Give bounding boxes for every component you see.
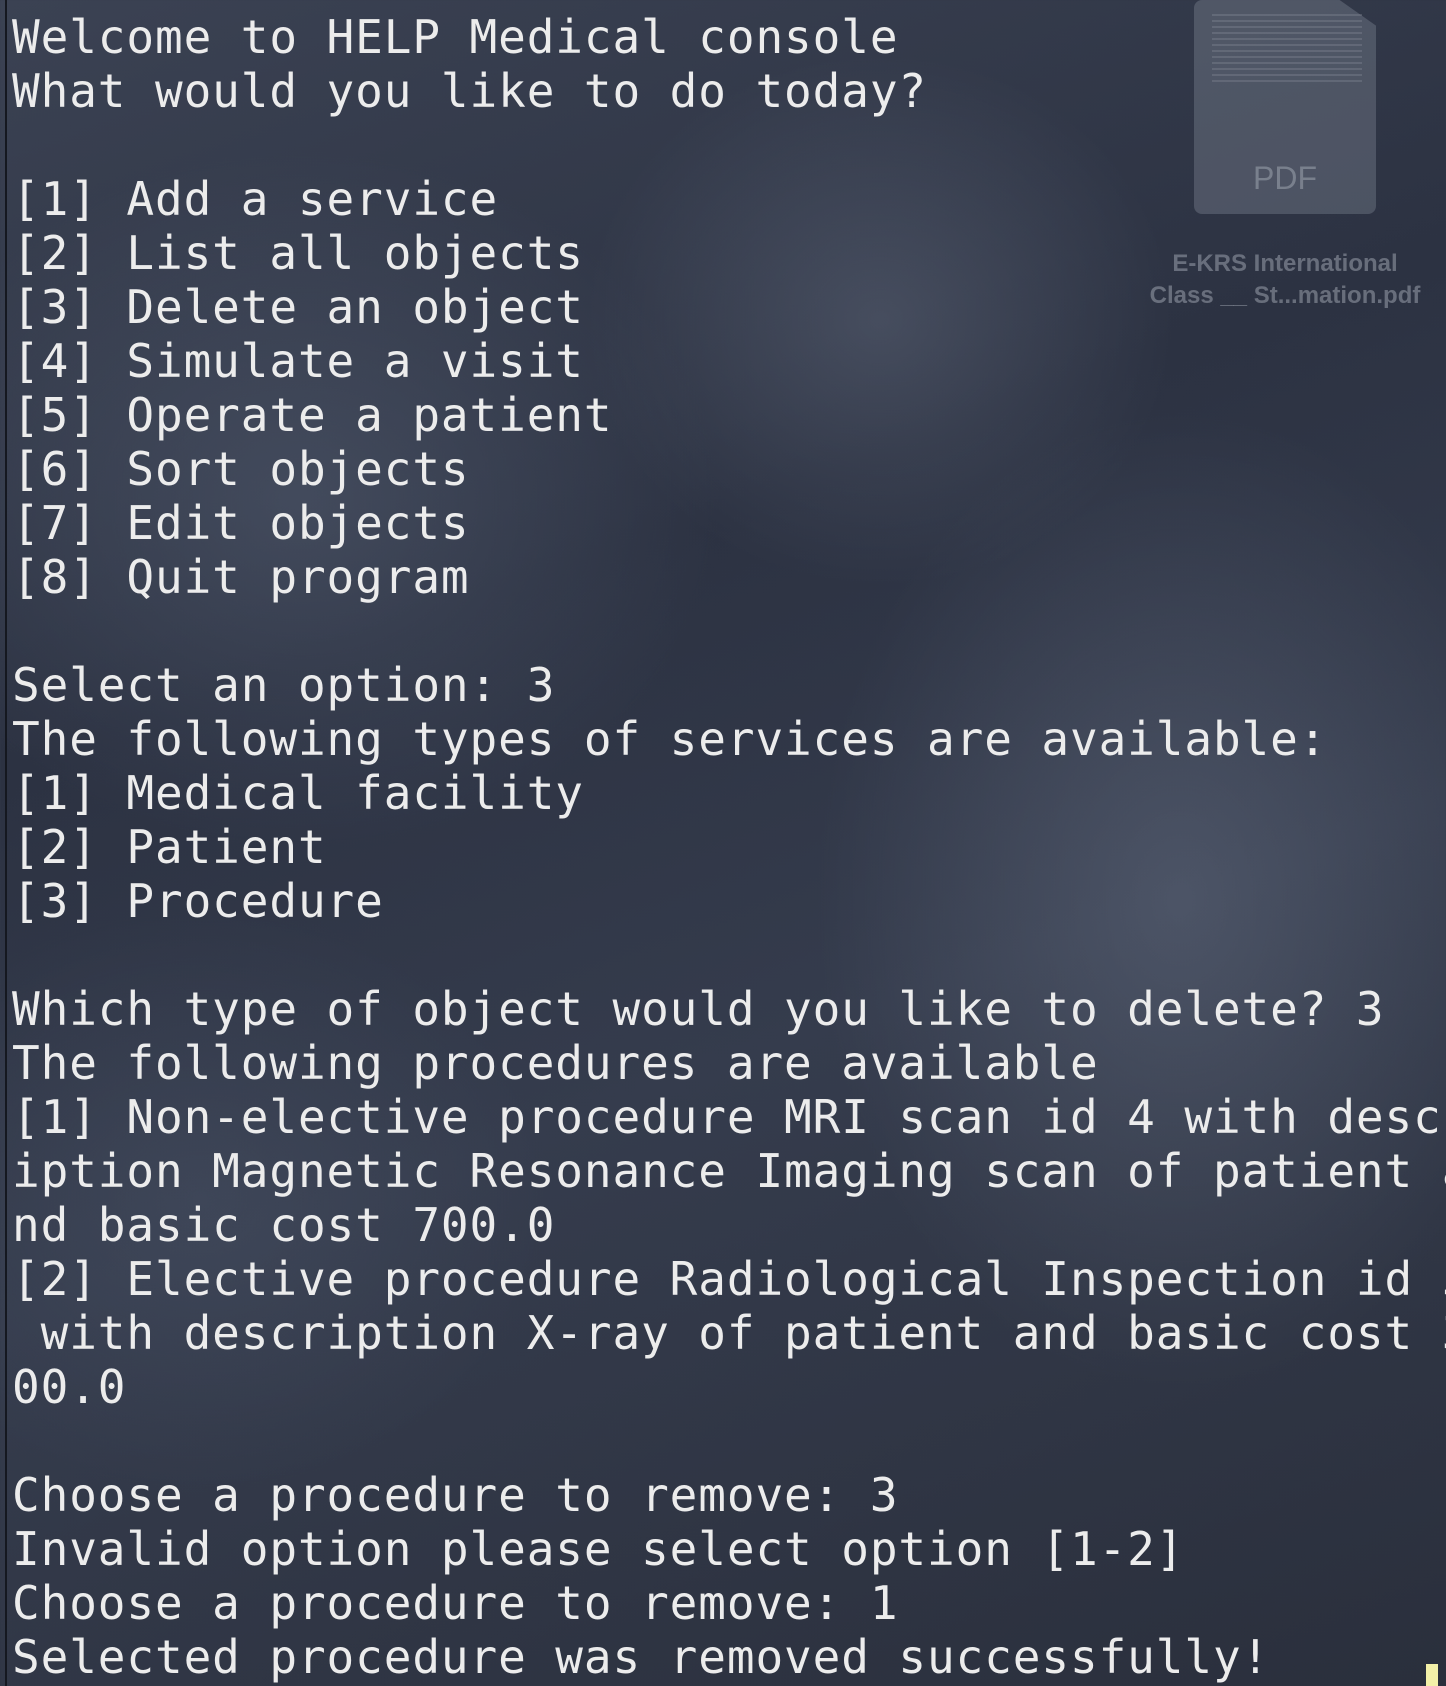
terminal-line: Select an option: 3 bbox=[12, 658, 556, 712]
terminal-line: [6] Sort objects bbox=[12, 442, 470, 496]
terminal-line: [1] Add a service bbox=[12, 172, 499, 226]
terminal-output[interactable]: Welcome to HELP Medical console What woul… bbox=[12, 10, 1446, 1684]
terminal-line: [1] Medical facility bbox=[12, 766, 584, 820]
terminal-line: [3] Delete an object bbox=[12, 280, 584, 334]
terminal-line: What would you like to do today? bbox=[12, 64, 928, 118]
terminal-line: [7] Edit objects bbox=[12, 496, 470, 550]
terminal-line: Choose a procedure to remove: 3 bbox=[12, 1468, 899, 1522]
terminal-line: Welcome to HELP Medical console bbox=[12, 10, 899, 64]
terminal-line: [4] Simulate a visit bbox=[12, 334, 584, 388]
terminal-line: with description X-ray of patient and ba… bbox=[12, 1306, 1446, 1360]
terminal-line: [5] Operate a patient bbox=[12, 388, 613, 442]
terminal-line: [2] Elective procedure Radiological Insp… bbox=[12, 1252, 1446, 1306]
terminal-line: [8] Quit program bbox=[12, 550, 470, 604]
terminal-line: The following procedures are available bbox=[12, 1036, 1099, 1090]
terminal-cursor bbox=[1426, 1664, 1438, 1686]
terminal-line: 00.0 bbox=[12, 1360, 127, 1414]
terminal-line: Choose a procedure to remove: 1 bbox=[12, 1576, 899, 1630]
terminal-line: [3] Procedure bbox=[12, 874, 384, 928]
terminal-line: The following types of services are avai… bbox=[12, 712, 1328, 766]
terminal-line: [2] Patient bbox=[12, 820, 327, 874]
terminal-line: Selected procedure was removed successfu… bbox=[12, 1630, 1271, 1684]
terminal-line: iption Magnetic Resonance Imaging scan o… bbox=[12, 1144, 1446, 1198]
window-left-border bbox=[5, 0, 7, 1686]
terminal-line: Which type of object would you like to d… bbox=[12, 982, 1385, 1036]
terminal-line: [1] Non-elective procedure MRI scan id 4… bbox=[12, 1090, 1446, 1144]
terminal-line: nd basic cost 700.0 bbox=[12, 1198, 556, 1252]
terminal-line: [2] List all objects bbox=[12, 226, 584, 280]
terminal-line: Invalid option please select option [1-2… bbox=[12, 1522, 1185, 1576]
